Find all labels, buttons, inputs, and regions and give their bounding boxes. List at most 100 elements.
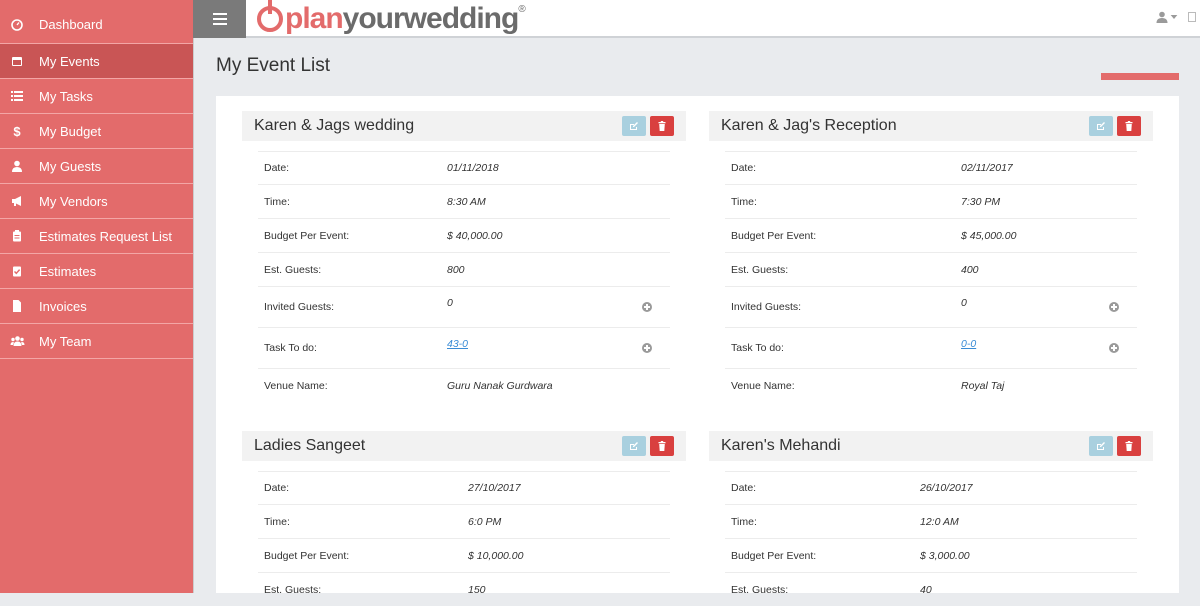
sidebar-item-my-vendors[interactable]: My Vendors [0,184,193,219]
table-row: Date: 27/10/2017 [258,471,670,504]
event-date: 02/11/2017 [961,162,1013,174]
field-label: Time: [731,195,757,208]
sidebar-item-estimates-request-list[interactable]: Estimates Request List [0,219,193,254]
event-invited-guests: 0 [961,297,967,309]
event-est-guests: 40 [920,583,932,596]
table-row: Time: 12:0 AM [725,504,1137,538]
sidebar-item-my-team[interactable]: My Team [0,324,193,359]
table-row: Est. Guests: 150 [258,572,670,606]
field-label: Task To do: [731,342,784,354]
table-row: Task To do: 43-0 [258,327,670,368]
event-title: Karen's Mehandi [721,437,841,454]
delete-event-button[interactable] [1117,116,1141,136]
field-label: Est. Guests: [264,583,322,596]
table-row: Budget Per Event: $ 40,000.00 [258,218,670,252]
top-bar: plan yourwedding ® [193,0,1200,38]
event-time: 8:30 AM [447,195,486,208]
edit-event-button[interactable] [622,116,646,136]
calendar-icon [9,53,25,69]
edit-icon [1097,442,1105,450]
event-budget: $ 40,000.00 [447,229,503,242]
delete-event-button[interactable] [650,116,674,136]
sidebar-item-my-guests[interactable]: My Guests [0,149,193,184]
event-title: Ladies Sangeet [254,437,366,454]
field-label: Date: [731,162,757,174]
table-row: Date: 01/11/2018 [258,151,670,184]
table-row: Budget Per Event: $ 45,000.00 [725,218,1137,252]
edit-event-button[interactable] [622,436,646,456]
table-row: Time: 6:0 PM [258,504,670,538]
event-venue: Guru Nanak Gurdwara [447,380,553,392]
field-label: Est. Guests: [264,263,322,276]
event-est-guests: 150 [468,583,486,596]
field-label: Venue Name: [731,380,795,392]
delete-event-button[interactable] [650,436,674,456]
event-card-header: Karen & Jags wedding [242,111,686,141]
logo-text-plan: plan [285,2,344,35]
tasks-link[interactable]: 0-0 [961,338,976,350]
add-invited-guests-icon[interactable] [1109,302,1119,312]
user-icon [1156,11,1168,23]
sidebar-item-invoices[interactable]: Invoices [0,289,193,324]
add-invited-guests-icon[interactable] [642,302,652,312]
edit-event-button[interactable] [1089,436,1113,456]
clipboard-check-icon [9,263,25,279]
sidebar-item-estimates[interactable]: Estimates [0,254,193,289]
sidebar-item-label: Estimates [39,263,97,279]
page-title: My Event List [216,55,331,76]
event-list-panel: Karen & Jags wedding Date: 01/11/2018 Tim… [216,96,1179,596]
table-row: Invited Guests: 0 [725,286,1137,327]
sidebar-item-label: My Team [39,333,92,349]
delete-event-button[interactable] [1117,436,1141,456]
expand-icon[interactable] [1188,12,1196,22]
sidebar-item-label: My Vendors [39,193,108,209]
sidebar-item-my-events[interactable]: My Events [0,44,193,79]
add-task-icon[interactable] [642,343,652,353]
sidebar-item-my-tasks[interactable]: My Tasks [0,79,193,114]
sidebar-item-dashboard[interactable]: Dashboard [0,0,193,44]
event-budget: $ 10,000.00 [468,549,524,562]
hamburger-icon [212,18,227,20]
table-row: Date: 02/11/2017 [725,151,1137,184]
field-label: Time: [264,195,290,208]
field-label: Task To do: [264,342,317,354]
event-invited-guests: 0 [447,297,453,309]
clipboard-icon [9,228,25,244]
event-time: 7:30 PM [961,195,1001,208]
event-title: Karen & Jag's Reception [721,117,897,134]
add-task-icon[interactable] [1109,343,1119,353]
users-icon [9,333,25,349]
field-label: Date: [264,162,290,174]
user-menu[interactable] [1156,11,1178,23]
megaphone-icon [9,193,25,209]
sidebar-item-label: My Events [39,53,100,69]
field-label: Invited Guests: [264,301,335,313]
tasks-link[interactable]: 43-0 [447,338,468,350]
event-time: 6:0 PM [468,515,502,528]
logo[interactable]: plan yourwedding ® [257,0,526,36]
event-date: 26/10/2017 [920,482,973,494]
event-card: Karen & Jag's Reception Date: 02/11/2017 … [709,111,1153,403]
sidebar-item-label: Invoices [39,298,87,314]
event-card-header: Karen's Mehandi [709,431,1153,461]
sidebar-item-my-budget[interactable]: $ My Budget [0,114,193,149]
field-label: Time: [264,515,290,528]
field-label: Est. Guests: [731,263,789,276]
table-row: Est. Guests: 40 [725,572,1137,606]
event-card-header: Ladies Sangeet [242,431,686,461]
trash-icon [1125,441,1133,451]
trash-icon [658,441,666,451]
dashboard-icon [9,17,25,33]
table-row: Time: 8:30 AM [258,184,670,218]
sidebar-border [193,0,194,593]
edit-event-button[interactable] [1089,116,1113,136]
field-label: Est. Guests: [731,583,789,596]
trash-icon [1125,121,1133,131]
field-label: Venue Name: [264,380,328,392]
sidebar: Dashboard My Events My Tasks $ My Budget… [0,0,194,593]
table-row: Invited Guests: 0 [258,286,670,327]
event-card: Ladies Sangeet Date: 27/10/2017 Time: 6:0 … [242,431,686,606]
sidebar-item-label: My Guests [39,158,102,174]
table-row: Task To do: 0-0 [725,327,1137,368]
menu-toggle-button[interactable] [193,0,246,38]
